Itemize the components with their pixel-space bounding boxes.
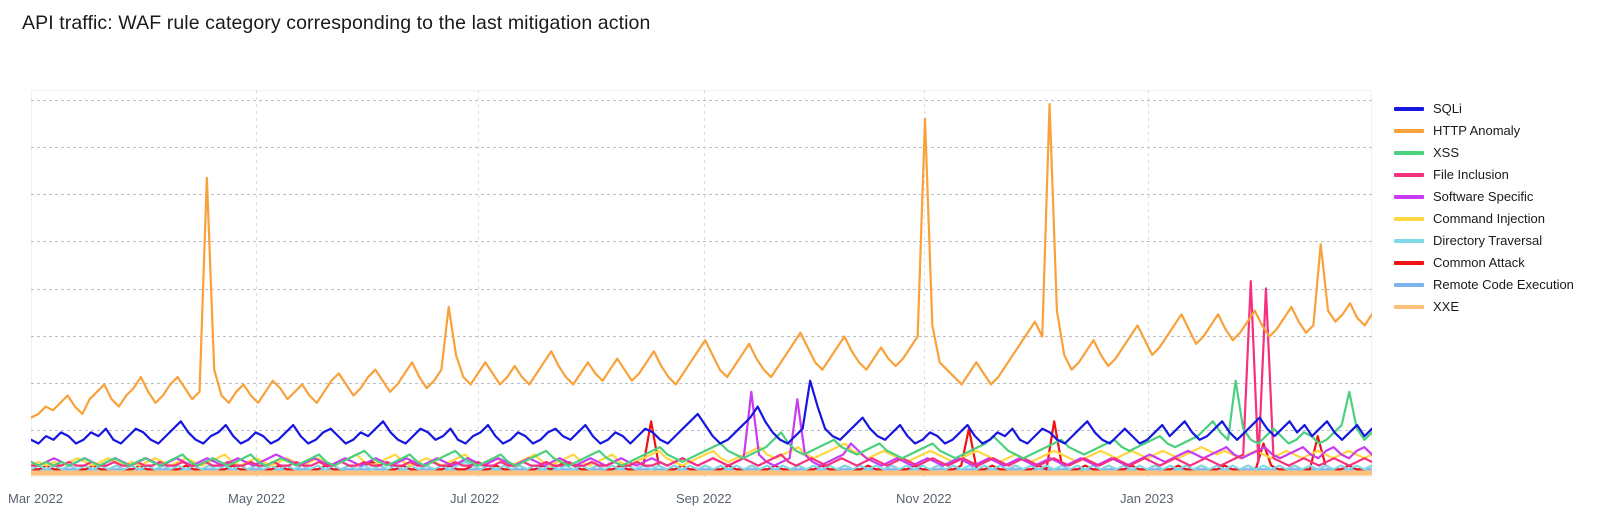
horizontal-gridlines: [31, 100, 1372, 431]
legend-item-label: XSS: [1433, 145, 1460, 160]
legend-swatch-icon: [1394, 107, 1424, 111]
plot-area: [31, 90, 1372, 477]
legend-item-label: File Inclusion: [1433, 167, 1509, 182]
x-axis-tick-label: Jan 2023: [1120, 491, 1174, 506]
legend-swatch-icon: [1394, 129, 1424, 133]
legend-item[interactable]: Common Attack: [1394, 252, 1600, 274]
legend-swatch-icon: [1394, 261, 1424, 265]
legend-item[interactable]: XSS: [1394, 142, 1600, 164]
legend-swatch-icon: [1394, 173, 1424, 177]
series-line: [31, 102, 1372, 419]
legend-item[interactable]: HTTP Anomaly: [1394, 120, 1600, 142]
legend-item-label: Software Specific: [1433, 189, 1534, 204]
waf-traffic-chart: API traffic: WAF rule category correspon…: [0, 0, 1600, 527]
x-axis: Mar 2022 May 2022 Jul 2022 Sep 2022 Nov 2022…: [0, 477, 1600, 507]
legend-item-label: Common Attack: [1433, 255, 1525, 270]
legend-item-label: SQLi: [1433, 101, 1462, 116]
series-line: [31, 280, 1372, 467]
series-line: [31, 442, 1372, 467]
legend-swatch-icon: [1394, 151, 1424, 155]
legend-swatch-icon: [1394, 239, 1424, 243]
series-line: [31, 379, 1372, 445]
legend-item-label: Remote Code Execution: [1433, 277, 1574, 292]
x-axis-tick-label: Mar 2022: [8, 491, 63, 506]
series-lines: [31, 102, 1372, 476]
legend-item-label: HTTP Anomaly: [1433, 123, 1521, 138]
x-axis-tick-label: May 2022: [228, 491, 286, 506]
legend: SQLi HTTP Anomaly XSS File Inclusion Softwar…: [1394, 98, 1600, 318]
vertical-gridlines: [256, 90, 1149, 477]
legend-item[interactable]: File Inclusion: [1394, 164, 1600, 186]
legend-item[interactable]: Directory Traversal: [1394, 230, 1600, 252]
legend-item-label: Command Injection: [1433, 211, 1545, 226]
legend-swatch-icon: [1394, 195, 1424, 199]
x-axis-tick-label: Jul 2022: [450, 491, 500, 506]
page-title: API traffic: WAF rule category correspon…: [22, 12, 651, 34]
legend-swatch-icon: [1394, 217, 1424, 221]
legend-item-label: Directory Traversal: [1433, 233, 1543, 248]
legend-swatch-icon: [1394, 305, 1424, 309]
x-axis-tick-label: Nov 2022: [896, 491, 952, 506]
x-axis-tick-label: Sep 2022: [676, 491, 732, 506]
legend-item[interactable]: XXE: [1394, 296, 1600, 318]
legend-item[interactable]: Command Injection: [1394, 208, 1600, 230]
legend-item[interactable]: Software Specific: [1394, 186, 1600, 208]
legend-swatch-icon: [1394, 283, 1424, 287]
legend-item[interactable]: Remote Code Execution: [1394, 274, 1600, 296]
legend-item[interactable]: SQLi: [1394, 98, 1600, 120]
legend-item-label: XXE: [1433, 299, 1460, 314]
series-canvas: [31, 90, 1372, 477]
series-line: [31, 379, 1372, 467]
